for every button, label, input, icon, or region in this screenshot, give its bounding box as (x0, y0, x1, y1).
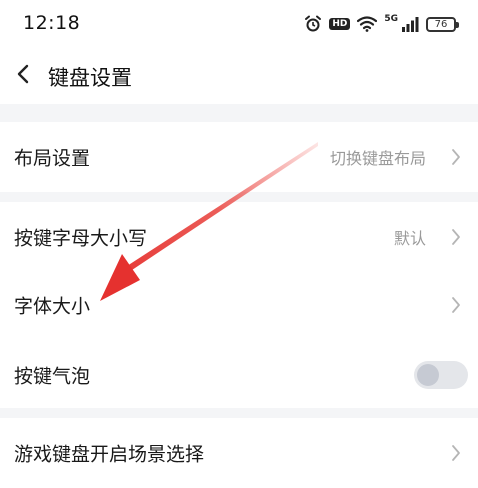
setting-label: 布局设置 (14, 147, 91, 170)
setting-row-game-keyboard[interactable]: 游戏键盘开启场景选择 (0, 418, 478, 488)
header: 键盘设置 (0, 48, 478, 104)
status-bar: 12:18 HD 5G 76 (0, 0, 478, 48)
setting-value: 切换键盘布局 (329, 149, 426, 168)
setting-label: 按键字母大小写 (14, 227, 148, 250)
battery-level: 76 (434, 18, 448, 30)
key-bubble-toggle[interactable] (414, 361, 468, 389)
alarm-icon (304, 15, 322, 33)
toggle-knob (417, 364, 439, 386)
setting-value: 默认 (393, 229, 426, 248)
setting-label: 字体大小 (14, 295, 91, 318)
setting-row-key-bubble: 按键气泡 (0, 340, 478, 410)
chevron-right-icon (452, 229, 460, 245)
network-type: 5G (384, 14, 398, 24)
chevron-right-icon (452, 149, 460, 165)
signal-icon (401, 16, 419, 32)
status-icons: HD 5G 76 (304, 12, 459, 36)
chevron-right-icon (452, 445, 460, 461)
chevron-left-icon (17, 64, 29, 84)
wifi-icon (357, 16, 378, 32)
page-title: 键盘设置 (48, 66, 132, 90)
setting-label: 游戏键盘开启场景选择 (14, 443, 205, 466)
back-button[interactable] (12, 60, 36, 88)
setting-row-layout[interactable]: 布局设置 切换键盘布局 (0, 122, 478, 192)
setting-row-font-size[interactable]: 字体大小 (0, 270, 478, 340)
battery-icon: 76 (426, 16, 459, 32)
setting-row-key-case[interactable]: 按键字母大小写 默认 (0, 202, 478, 272)
status-time: 12:18 (23, 12, 81, 34)
section-divider (0, 104, 478, 122)
chevron-right-icon (452, 297, 460, 313)
hd-icon: HD (329, 18, 351, 30)
setting-label: 按键气泡 (14, 365, 91, 388)
